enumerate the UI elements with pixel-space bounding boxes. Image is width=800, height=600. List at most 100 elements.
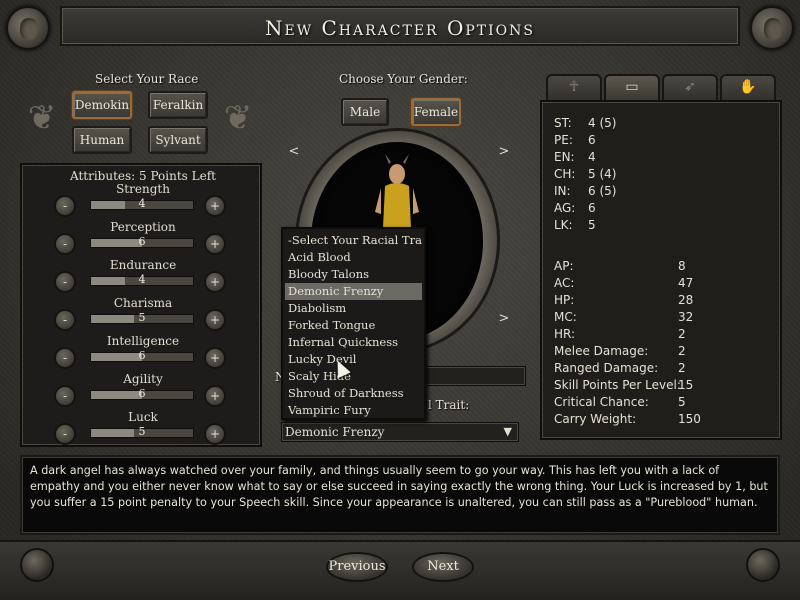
stat-key-ap: AP: [554, 259, 574, 273]
gender-label: Choose Your Gender: [339, 72, 468, 86]
attribute-label-endurance: Endurance [109, 258, 177, 272]
race-button-feralkin[interactable]: Feralkin [148, 91, 208, 119]
attributes-panel: Attributes: 5 Points Left Strength 4 - +… [20, 163, 262, 447]
stat-key-skill-points: Skill Points Per Level: [554, 378, 681, 392]
portrait-prev-arrow[interactable]: < [285, 143, 303, 161]
trait-description: A dark angel has always watched over you… [20, 455, 780, 535]
dropdown-item[interactable]: Vampiric Fury [285, 402, 422, 419]
tab-hand[interactable]: ✋ [720, 74, 776, 100]
gender-button-male[interactable]: Male [341, 98, 389, 126]
page-title: New Character Options [265, 16, 535, 40]
perception-plus-button[interactable]: + [204, 233, 226, 255]
previous-button[interactable]: Previous [326, 552, 388, 582]
race-button-human[interactable]: Human [72, 126, 132, 154]
dropdown-item[interactable]: -Select Your Racial Trait- [285, 232, 422, 249]
stat-value-carry-weight: 150 [678, 412, 701, 426]
stat-value-ac: 47 [678, 276, 694, 290]
dropdown-item[interactable]: Infernal Quickness [285, 334, 422, 351]
title-bar: New Character Options [60, 6, 740, 46]
dropdown-item[interactable]: Shroud of Darkness [285, 385, 422, 402]
strength-minus-button[interactable]: - [54, 195, 76, 217]
lion-crest-icon-left: ❦ [27, 98, 57, 138]
charisma-plus-button[interactable]: + [204, 309, 226, 331]
strength-plus-button[interactable]: + [204, 195, 226, 217]
attribute-value-endurance: 4 [138, 273, 146, 286]
stat-value-ap: 8 [678, 259, 686, 273]
orb-ornament-icon-left [20, 548, 54, 582]
attribute-label-agility: Agility [123, 372, 163, 386]
trait-next-arrow[interactable]: > [495, 310, 513, 328]
stat-key-hr: HR: [554, 327, 576, 341]
stat-value-hp: 28 [678, 293, 694, 307]
stat-value-pe: 6 [588, 133, 596, 147]
racial-trait-label-partial: l Trait: [428, 398, 470, 412]
tab-weapon[interactable]: ➶ [662, 74, 718, 100]
race-button-demokin[interactable]: Demokin [72, 91, 132, 119]
stat-value-en: 4 [588, 150, 596, 164]
stat-key-carry-weight: Carry Weight: [554, 412, 637, 426]
attribute-value-intelligence: 6 [138, 349, 146, 362]
attribute-label-intelligence: Intelligence [106, 334, 180, 348]
perception-minus-button[interactable]: - [54, 233, 76, 255]
charisma-minus-button[interactable]: - [54, 309, 76, 331]
chevron-down-icon[interactable]: ▼ [504, 423, 512, 441]
attribute-label-luck: Luck [128, 410, 158, 424]
stat-value-ag: 6 [588, 201, 596, 215]
stat-value-skill-points: 15 [678, 378, 694, 392]
dropdown-item-highlighted[interactable]: Demonic Frenzy [285, 283, 422, 300]
attribute-value-strength: 4 [138, 197, 146, 210]
endurance-plus-button[interactable]: + [204, 271, 226, 293]
luck-plus-button[interactable]: + [204, 423, 226, 445]
tab-card[interactable]: ▭ [604, 74, 660, 100]
stat-key-hp: HP: [554, 293, 575, 307]
race-button-sylvant[interactable]: Sylvant [148, 126, 208, 154]
lion-crest-icon-right: ❦ [223, 98, 253, 138]
racial-trait-selected: Demonic Frenzy [285, 425, 385, 439]
stat-key-ag: AG: [554, 201, 576, 215]
dropdown-item[interactable]: Diabolism [285, 300, 422, 317]
lion-medallion-icon-right [750, 6, 794, 50]
stat-value-mc: 32 [678, 310, 694, 324]
agility-minus-button[interactable]: - [54, 385, 76, 407]
stat-value-melee-damage: 2 [678, 344, 686, 358]
intelligence-minus-button[interactable]: - [54, 347, 76, 369]
next-button[interactable]: Next [412, 552, 474, 582]
luck-minus-button[interactable]: - [54, 423, 76, 445]
gender-button-female[interactable]: Female [411, 98, 461, 126]
dropdown-item[interactable]: Forked Tongue [285, 317, 422, 334]
dropdown-item[interactable]: Scaly Hide [285, 368, 422, 385]
race-label: Select Your Race [95, 72, 199, 86]
stat-value-in: 6 (5) [588, 184, 617, 198]
stat-value-st: 4 (5) [588, 116, 617, 130]
attribute-value-luck: 5 [138, 425, 146, 438]
body-figure-icon: ☥ [568, 79, 580, 95]
stat-key-ranged-damage: Ranged Damage: [554, 361, 659, 375]
dropdown-item[interactable]: Bloody Talons [285, 266, 422, 283]
bow-icon: ➶ [684, 79, 696, 95]
stats-panel: ST: 4 (5) PE: 6 EN: 4 CH: 5 (4) IN: 6 (5… [540, 100, 782, 440]
trait-name-field[interactable] [410, 366, 526, 386]
attributes-header: Attributes: 5 Points Left [70, 169, 216, 183]
tab-body[interactable]: ☥ [546, 74, 602, 100]
dropdown-item[interactable]: Lucky Devil [285, 351, 422, 368]
stat-key-ac: AC: [554, 276, 575, 290]
attribute-label-perception: Perception [110, 220, 176, 234]
endurance-minus-button[interactable]: - [54, 271, 76, 293]
intelligence-plus-button[interactable]: + [204, 347, 226, 369]
stat-value-ranged-damage: 2 [678, 361, 686, 375]
stat-key-mc: MC: [554, 310, 577, 324]
stat-key-in: IN: [554, 184, 571, 198]
stat-value-hr: 2 [678, 327, 686, 341]
agility-plus-button[interactable]: + [204, 385, 226, 407]
portrait-next-arrow[interactable]: > [495, 143, 513, 161]
stat-key-pe: PE: [554, 133, 573, 147]
stat-value-lk: 5 [588, 218, 596, 232]
hand-icon: ✋ [739, 79, 757, 95]
lion-medallion-icon-left [6, 6, 50, 50]
stat-value-ch: 5 (4) [588, 167, 617, 181]
attribute-label-charisma: Charisma [113, 296, 173, 310]
stat-key-lk: LK: [554, 218, 573, 232]
dropdown-item[interactable]: Acid Blood [285, 249, 422, 266]
racial-trait-select[interactable]: Demonic Frenzy ▼ [281, 422, 519, 442]
stat-key-st: ST: [554, 116, 572, 130]
